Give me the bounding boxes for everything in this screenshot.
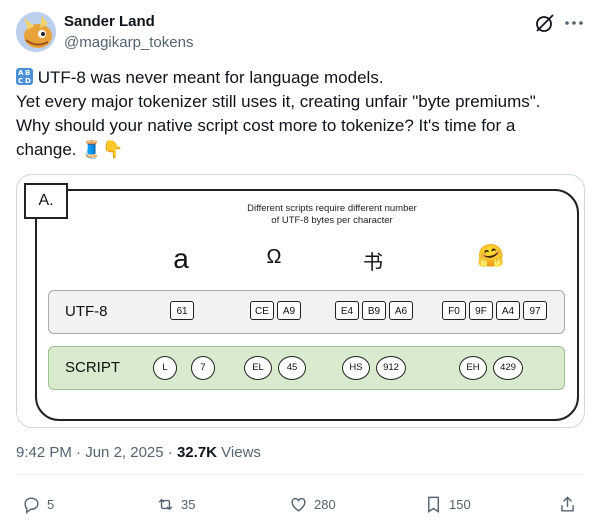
like-button[interactable]: 280 — [289, 494, 336, 514]
utf8-row-label: UTF-8 — [65, 303, 108, 320]
bookmark-button[interactable]: 150 — [424, 494, 471, 514]
script-row-label: SCRIPT — [65, 359, 121, 376]
utf8-byte: 97 — [523, 301, 547, 320]
tweet-time[interactable]: 9:42 PM — [16, 444, 72, 461]
reply-button[interactable]: 5 — [22, 494, 54, 514]
script-row: SCRIPT L 7 EL 45 HS 912 EH 429 — [48, 346, 565, 390]
grok-icon[interactable] — [534, 12, 556, 34]
views-count: 32.7K — [176, 444, 217, 461]
like-count: 280 — [314, 496, 336, 512]
tweet-text: ABCD UTF-8 was never meant for language … — [16, 66, 581, 162]
media-card[interactable]: A. Different scripts require different n… — [16, 174, 585, 428]
repost-button[interactable]: 35 — [156, 494, 195, 514]
utf8-byte: B9 — [362, 301, 386, 320]
reply-count: 5 — [47, 496, 55, 512]
repost-count: 35 — [181, 496, 196, 512]
views-label: Views — [221, 444, 261, 461]
tweet-line-4: change. — [16, 140, 82, 159]
utf8-byte: CE — [250, 301, 274, 320]
glyph-latin-a: a — [173, 243, 189, 274]
bookmark-count: 150 — [449, 496, 471, 512]
author-name[interactable]: Sander Land — [64, 13, 155, 30]
share-icon — [561, 495, 574, 512]
thread-emoji-icon: 🧵 — [81, 140, 103, 159]
repost-icon — [158, 498, 173, 510]
avatar[interactable] — [16, 12, 56, 52]
bookmark-icon — [428, 496, 439, 513]
utf8-byte: 61 — [170, 301, 194, 320]
utf8-byte: E4 — [335, 301, 359, 320]
script-token: 45 — [278, 356, 306, 380]
utf8-byte: A4 — [496, 301, 520, 320]
script-token: EL — [244, 356, 272, 380]
more-options-icon[interactable] — [562, 12, 586, 34]
author-handle[interactable]: @magikarp_tokens — [64, 34, 193, 51]
magikarp-avatar-icon — [16, 12, 56, 52]
glyph-omega: Ω — [266, 246, 282, 268]
abcd-emoji-icon: ABCD — [16, 68, 33, 85]
tweet-date[interactable]: Jun 2, 2025 — [85, 444, 163, 461]
utf8-byte: F0 — [442, 301, 466, 320]
pointing-down-emoji-icon: 👇 — [102, 140, 124, 159]
utf8-byte: A9 — [277, 301, 301, 320]
share-button[interactable] — [558, 494, 577, 514]
utf8-byte: A6 — [389, 301, 413, 320]
tweet-line-1: UTF-8 was never meant for language model… — [33, 68, 384, 87]
script-token: HS — [342, 356, 370, 380]
utf8-byte: 9F — [469, 301, 493, 320]
tweet-meta: 9:42 PM · Jun 2, 2025 · 32.7K Views — [16, 444, 261, 461]
script-token: 912 — [376, 356, 406, 380]
script-token: 7 — [191, 356, 215, 380]
script-token: 429 — [493, 356, 523, 380]
figure-title: Different scripts require different numb… — [247, 203, 417, 226]
figure-tag: A. — [24, 183, 68, 219]
script-token: EH — [459, 356, 487, 380]
glyph-chinese: 书 — [363, 250, 383, 274]
heart-icon — [291, 497, 306, 512]
glyph-hugging-face-emoji: 🤗 — [477, 243, 505, 268]
utf8-row: UTF-8 61 CE A9 E4 B9 A6 F0 9F A4 97 — [48, 290, 565, 334]
tweet-line-3: Why should your native script cost more … — [16, 116, 516, 135]
tweet-line-2: Yet every major tokenizer still uses it,… — [16, 92, 541, 111]
divider — [16, 474, 583, 475]
reply-icon — [24, 496, 39, 514]
script-token: L — [153, 356, 177, 380]
